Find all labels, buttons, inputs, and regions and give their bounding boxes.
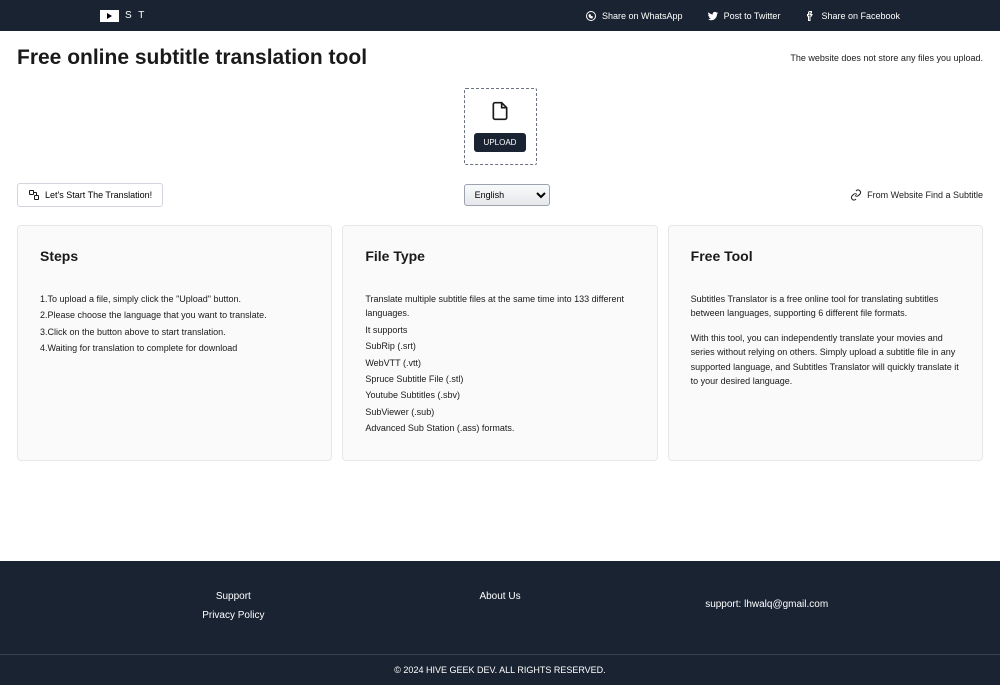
logo-text: S T (125, 10, 146, 21)
translate-icon (28, 189, 40, 201)
start-button-label: Let's Start The Translation! (45, 190, 152, 200)
filetype-title: File Type (365, 248, 634, 264)
filetype-intro: Translate multiple subtitle files at the… (365, 292, 634, 321)
main-content: Free online subtitle translation tool Th… (0, 31, 1000, 501)
about-link[interactable]: About Us (367, 591, 634, 602)
filetype-supports: It supports (365, 323, 634, 337)
footer-copyright: © 2024 HIVE GEEK DEV. ALL RIGHTS RESERVE… (0, 654, 1000, 685)
page-title: Free online subtitle translation tool (17, 46, 367, 70)
share-facebook-button[interactable]: Share on Facebook (804, 10, 900, 22)
post-twitter-label: Post to Twitter (724, 11, 781, 21)
step-item: 2.Please choose the language that you wa… (40, 308, 309, 322)
freetool-p2: With this tool, you can independently tr… (691, 331, 960, 389)
freetool-title: Free Tool (691, 248, 960, 264)
upload-area: UPLOAD (17, 88, 983, 165)
format-item: Advanced Sub Station (.ass) formats. (365, 421, 634, 435)
format-item: WebVTT (.vtt) (365, 356, 634, 370)
privacy-link[interactable]: Privacy Policy (100, 610, 367, 621)
language-select[interactable]: English (464, 184, 550, 206)
share-whatsapp-label: Share on WhatsApp (602, 11, 683, 21)
link-icon (850, 189, 862, 201)
whatsapp-icon (585, 10, 597, 22)
upload-button[interactable]: UPLOAD (474, 133, 527, 152)
footer-col-about: About Us (367, 591, 634, 629)
facebook-icon (804, 10, 816, 22)
filetype-content: Translate multiple subtitle files at the… (365, 292, 634, 436)
steps-title: Steps (40, 248, 309, 264)
step-item: 3.Click on the button above to start tra… (40, 325, 309, 339)
freetool-card: Free Tool Subtitles Translator is a free… (668, 225, 983, 461)
freetool-content: Subtitles Translator is a free online to… (691, 292, 960, 388)
storage-note: The website does not store any files you… (790, 53, 983, 63)
step-item: 4.Waiting for translation to complete fo… (40, 341, 309, 355)
controls-row: Let's Start The Translation! English Fro… (17, 183, 983, 207)
steps-content: 1.To upload a file, simply click the "Up… (40, 292, 309, 356)
format-item: SubViewer (.sub) (365, 405, 634, 419)
twitter-icon (707, 10, 719, 22)
footer: Support Privacy Policy About Us support:… (0, 561, 1000, 685)
freetool-p1: Subtitles Translator is a free online to… (691, 292, 960, 321)
steps-card: Steps 1.To upload a file, simply click t… (17, 225, 332, 461)
find-subtitle-link[interactable]: From Website Find a Subtitle (850, 189, 983, 201)
cards-row: Steps 1.To upload a file, simply click t… (17, 225, 983, 461)
support-link[interactable]: Support (100, 591, 367, 602)
title-row: Free online subtitle translation tool Th… (17, 46, 983, 70)
upload-dropzone[interactable]: UPLOAD (464, 88, 537, 165)
footer-top: Support Privacy Policy About Us support:… (0, 591, 1000, 654)
footer-col-support: Support Privacy Policy (100, 591, 367, 629)
find-subtitle-label: From Website Find a Subtitle (867, 190, 983, 200)
share-facebook-label: Share on Facebook (821, 11, 900, 21)
header: S T Share on WhatsApp Post to Twitter Sh… (0, 0, 1000, 31)
logo[interactable]: S T (100, 10, 146, 22)
share-whatsapp-button[interactable]: Share on WhatsApp (585, 10, 683, 22)
footer-support-email: support: lhwalq@gmail.com (633, 591, 900, 629)
format-item: SubRip (.srt) (365, 339, 634, 353)
file-icon (490, 101, 510, 125)
logo-play-icon (100, 10, 119, 22)
header-share-group: Share on WhatsApp Post to Twitter Share … (585, 10, 900, 22)
post-twitter-button[interactable]: Post to Twitter (707, 10, 781, 22)
filetype-card: File Type Translate multiple subtitle fi… (342, 225, 657, 461)
format-item: Spruce Subtitle File (.stl) (365, 372, 634, 386)
start-translation-button[interactable]: Let's Start The Translation! (17, 183, 163, 207)
step-item: 1.To upload a file, simply click the "Up… (40, 292, 309, 306)
format-item: Youtube Subtitles (.sbv) (365, 388, 634, 402)
